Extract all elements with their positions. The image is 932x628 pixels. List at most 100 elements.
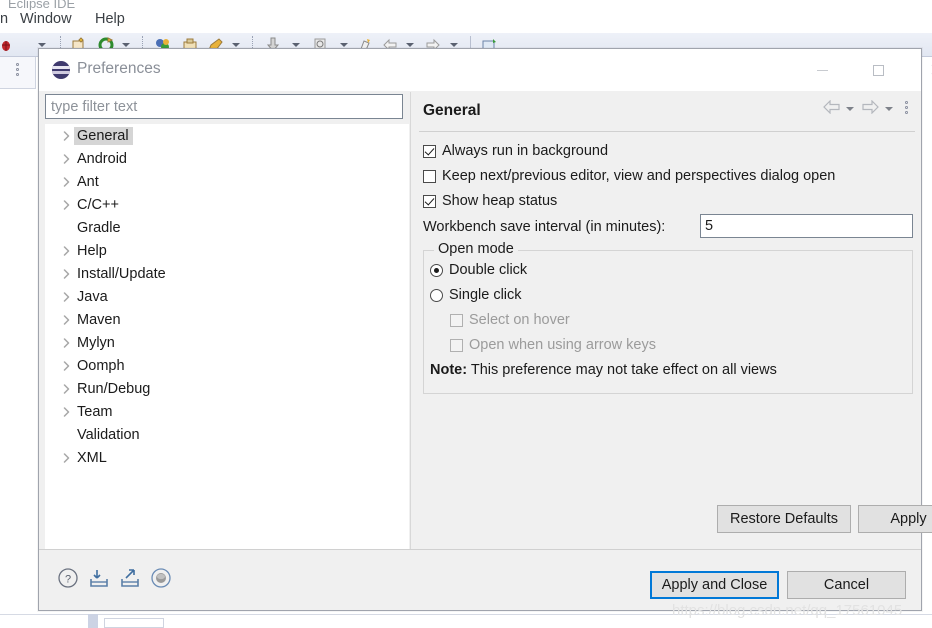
checkbox-always-run-in-background[interactable]: Always run in background	[423, 143, 608, 159]
dialog-titlebar: Preferences	[39, 49, 921, 91]
minimize-icon	[816, 69, 828, 71]
view-menu-icon[interactable]	[905, 101, 908, 116]
chevron-down-icon[interactable]	[885, 107, 893, 111]
tree-item-android[interactable]: Android	[45, 147, 409, 170]
import-icon[interactable]	[88, 567, 110, 589]
forward-arrow-icon[interactable]	[862, 99, 879, 115]
preferences-dialog: Preferences General Android Ant C/C++ Gradle…	[38, 48, 932, 611]
tree-item-label: Install/Update	[77, 265, 166, 282]
pane-divider[interactable]	[410, 92, 411, 549]
apply-button[interactable]: Apply	[858, 505, 932, 533]
radio-double-click[interactable]: Double click	[430, 262, 527, 278]
save-interval-label: Workbench save interval (in minutes):	[423, 219, 666, 235]
menu-item-help[interactable]: Help	[95, 11, 125, 27]
tree-item-xml[interactable]: XML	[45, 446, 409, 469]
minimize-button[interactable]	[799, 49, 845, 91]
close-button[interactable]	[913, 49, 932, 91]
chevron-right-icon[interactable]	[58, 446, 74, 469]
chevron-right-icon[interactable]	[58, 377, 74, 400]
ide-left-dock-stub	[0, 57, 36, 89]
chevron-right-icon[interactable]	[58, 354, 74, 377]
chevron-down-icon[interactable]	[846, 107, 854, 111]
tree-item-team[interactable]: Team	[45, 400, 409, 423]
filter-input[interactable]	[45, 94, 403, 119]
chevron-down-icon[interactable]	[38, 43, 46, 47]
chevron-right-icon[interactable]	[58, 170, 74, 193]
chevron-right-icon[interactable]	[58, 308, 74, 331]
tree-item-label: Android	[77, 150, 127, 167]
ide-menubar: n Window Help	[0, 10, 932, 32]
chevron-down-icon[interactable]	[406, 43, 414, 47]
tree-item-c-c-[interactable]: C/C++	[45, 193, 409, 216]
tree-item-oomph[interactable]: Oomph	[45, 354, 409, 377]
cancel-button[interactable]: Cancel	[787, 571, 906, 599]
oomph-recorder-icon[interactable]	[150, 567, 172, 589]
tree-item-mylyn[interactable]: Mylyn	[45, 331, 409, 354]
tree-item-label: Ant	[77, 173, 99, 190]
tree-item-label: Oomph	[77, 357, 125, 374]
chevron-down-icon[interactable]	[450, 43, 458, 47]
radio-label: Double click	[449, 262, 528, 278]
tree-item-run-debug[interactable]: Run/Debug	[45, 377, 409, 400]
tree-item-java[interactable]: Java	[45, 285, 409, 308]
dialog-footer: ? Apply and Close Cancel	[39, 550, 921, 610]
chevron-down-icon[interactable]	[232, 43, 240, 47]
back-arrow-icon[interactable]	[823, 99, 840, 115]
export-icon[interactable]	[119, 567, 141, 589]
bug-icon[interactable]	[0, 37, 16, 53]
tree-item-help[interactable]: Help	[45, 239, 409, 262]
chevron-right-icon[interactable]	[58, 285, 74, 308]
tree-item-label: XML	[77, 449, 107, 466]
save-interval-input[interactable]	[700, 214, 913, 238]
radio-box	[430, 263, 443, 277]
help-icon[interactable]: ?	[57, 567, 79, 589]
radio-label: Single click	[449, 287, 522, 303]
preference-tree[interactable]: General Android Ant C/C++ Gradle Help Install/…	[45, 124, 409, 549]
maximize-button[interactable]	[855, 49, 901, 91]
tree-item-label: General	[74, 126, 133, 145]
chevron-right-icon[interactable]	[58, 331, 74, 354]
note-text: This preference may not take effect on a…	[470, 362, 777, 378]
menu-item-truncated[interactable]: n	[0, 11, 8, 27]
tree-item-maven[interactable]: Maven	[45, 308, 409, 331]
chevron-down-icon[interactable]	[340, 43, 348, 47]
ide-bottom-stub-right	[104, 618, 164, 628]
radio-single-click[interactable]: Single click	[430, 287, 522, 303]
svg-text:?: ?	[65, 574, 71, 586]
chevron-right-icon[interactable]	[58, 124, 74, 147]
radio-box	[430, 288, 443, 302]
menu-item-window[interactable]: Window	[20, 11, 72, 27]
tree-item-install-update[interactable]: Install/Update	[45, 262, 409, 285]
apply-and-close-button[interactable]: Apply and Close	[650, 571, 779, 599]
tree-item-gradle[interactable]: Gradle	[45, 216, 409, 239]
tree-item-general[interactable]: General	[45, 124, 409, 147]
checkbox-select-on-hover: Select on hover	[450, 312, 570, 328]
page-title: General	[423, 102, 481, 119]
tree-item-validation[interactable]: Validation	[45, 423, 409, 446]
tree-item-label: Team	[77, 403, 113, 420]
tree-item-label: Java	[77, 288, 108, 305]
view-menu-icon[interactable]	[16, 63, 19, 78]
tree-item-label: Validation	[77, 426, 140, 443]
panel-header-separator	[419, 131, 915, 132]
tree-item-ant[interactable]: Ant	[45, 170, 409, 193]
chevron-right-icon[interactable]	[58, 262, 74, 285]
tree-item-label: Gradle	[77, 219, 121, 236]
chevron-right-icon[interactable]	[58, 193, 74, 216]
checkbox-box	[450, 313, 463, 327]
checkbox-keep-editor-dialog-open[interactable]: Keep next/previous editor, view and pers…	[423, 168, 835, 184]
chevron-down-icon[interactable]	[292, 43, 300, 47]
chevron-right-icon[interactable]	[58, 239, 74, 262]
chevron-right-icon[interactable]	[58, 400, 74, 423]
checkbox-box	[423, 194, 436, 208]
tree-item-label: Maven	[77, 311, 121, 328]
chevron-down-icon[interactable]	[122, 43, 130, 47]
checkbox-box	[423, 144, 436, 158]
chevron-right-icon[interactable]	[58, 147, 74, 170]
checkbox-label: Open when using arrow keys	[469, 337, 656, 353]
restore-defaults-button[interactable]: Restore Defaults	[717, 505, 851, 533]
checkbox-label: Show heap status	[442, 193, 558, 209]
checkbox-show-heap-status[interactable]: Show heap status	[423, 193, 557, 209]
